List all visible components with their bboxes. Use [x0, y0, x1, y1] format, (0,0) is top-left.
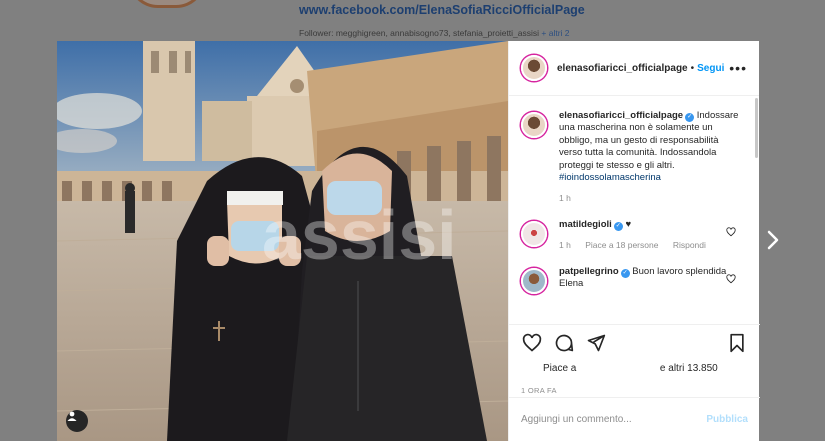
post-modal: assisi elenasofiaricci_officialpage • Se…: [57, 41, 760, 441]
followers-label: Follower: megghigreen, annabisogno73, st…: [299, 28, 540, 38]
heart-icon: [522, 333, 542, 352]
post-timestamp: 1 ORA FA: [521, 386, 557, 395]
comment-icon: [555, 334, 574, 352]
more-options-icon[interactable]: •••: [729, 61, 747, 75]
comment-like-icon[interactable]: [726, 274, 736, 284]
verified-icon: ✓: [620, 268, 630, 278]
comment-input[interactable]: Aggiungi un commento...: [521, 414, 632, 425]
caption: elenasofiaricci_officialpage ✓ Indossare …: [521, 110, 748, 205]
user-tag-button[interactable]: [66, 410, 88, 432]
share-button[interactable]: [585, 332, 607, 354]
likes-text-end: e altri 13.850: [659, 363, 718, 374]
comment-text: ♥: [625, 218, 632, 230]
followers-line: Follower: megghigreen, annabisogno73, st…: [299, 28, 570, 38]
caption-username[interactable]: elenasofiaricci_officialpage: [559, 110, 683, 121]
comments-list: elenasofiaricci_officialpage ✓ Indossare …: [509, 96, 760, 321]
bookmark-icon: [730, 333, 744, 353]
verified-icon: ✓: [613, 221, 623, 231]
comment-time: 1 h: [559, 240, 571, 251]
comment-username[interactable]: matildegioli: [559, 219, 612, 230]
avatar[interactable]: [521, 267, 547, 294]
page-logo: [128, 0, 206, 8]
user-tag-icon: [67, 411, 77, 421]
caption-hashtag[interactable]: #ioindossolamascherina: [559, 172, 661, 183]
like-button[interactable]: [521, 332, 543, 354]
photo-illustration: assisi: [57, 41, 508, 441]
caption-time: 1 h: [559, 193, 571, 204]
post-header: elenasofiaricci_officialpage • Segui •••: [509, 41, 759, 96]
save-button[interactable]: [726, 332, 748, 354]
avatar[interactable]: [521, 220, 547, 247]
followers-more-link[interactable]: + altri 2: [541, 28, 569, 38]
avatar[interactable]: [521, 112, 547, 138]
next-post-arrow-icon[interactable]: [766, 230, 780, 250]
comment-item: patpellegrino ✓ Buon lavoro splendida Ele…: [521, 266, 748, 294]
comment-button[interactable]: [553, 332, 575, 354]
verified-icon: ✓: [685, 113, 695, 122]
comment-likes[interactable]: Piace a 18 persone: [585, 240, 658, 250]
likes-text-start: Piace a: [543, 363, 577, 374]
header-username[interactable]: elenasofiaricci_officialpage: [557, 63, 688, 74]
comment-like-icon[interactable]: [726, 227, 736, 237]
comment-item: matildegioli ✓ ♥ 1 h Piace a 18 persone R…: [521, 219, 748, 252]
post-comment-button[interactable]: Pubblica: [706, 414, 748, 425]
share-icon: [587, 334, 606, 352]
follow-button[interactable]: Segui: [697, 63, 724, 74]
facebook-page-link[interactable]: www.facebook.com/ElenaSofiaRicciOfficial…: [299, 3, 585, 17]
add-comment-bar: Aggiungi un commento... Pubblica: [509, 397, 760, 441]
likes-summary[interactable]: Piace a e altri 13.850: [521, 363, 748, 374]
comment-username[interactable]: patpellegrino: [559, 266, 619, 277]
post-sidebar: elenasofiaricci_officialpage • Segui •••…: [508, 41, 760, 441]
reply-button[interactable]: Rispondi: [673, 240, 706, 250]
photo-watermark: assisi: [262, 196, 457, 274]
header-separator: •: [690, 62, 695, 74]
post-photo[interactable]: assisi: [57, 41, 508, 441]
avatar[interactable]: [521, 55, 547, 81]
